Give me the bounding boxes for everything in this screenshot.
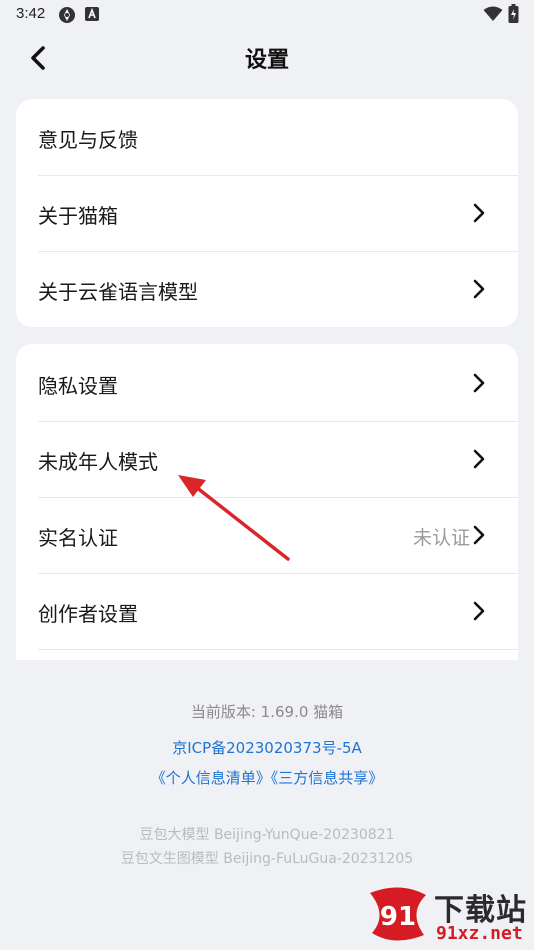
third-party-sharing-link[interactable]: 《三方信息共享》 — [271, 769, 384, 787]
app-notification-icon — [85, 7, 99, 21]
divider — [38, 649, 518, 650]
row-label: 未成年人模式 — [38, 450, 158, 474]
chevron-right-icon — [473, 373, 485, 393]
policy-links: 《个人信息清单》《三方信息共享》 — [0, 767, 534, 788]
settings-row-real-name[interactable]: 实名认证 未认证 — [16, 497, 518, 573]
chevron-right-icon — [473, 525, 485, 545]
settings-group-general: 意见与反馈 关于猫箱 关于云雀语言模型 — [16, 99, 518, 327]
settings-row-feedback[interactable]: 意见与反馈 — [16, 99, 518, 175]
row-label: 隐私设置 — [38, 374, 118, 398]
row-label: 关于云雀语言模型 — [38, 280, 198, 304]
icp-link[interactable]: 京ICP备2023020373号-5A — [0, 737, 534, 758]
watermark: 91 下载站 91xz.net — [360, 883, 534, 949]
row-label: 意见与反馈 — [38, 128, 138, 152]
site-logo-icon: 91 — [370, 887, 426, 941]
row-label: 关于猫箱 — [38, 204, 118, 228]
model-registration-text: 豆包大模型 Beijing-YunQue-20230821 — [139, 827, 395, 843]
image-model-registration-text: 豆包文生图模型 Beijing-FuLuGua-20231205 — [120, 851, 414, 867]
chevron-right-icon — [473, 601, 485, 621]
settings-row-about-maoxiang[interactable]: 关于猫箱 — [16, 175, 518, 251]
chevron-right-icon — [473, 279, 485, 299]
version-text: 当前版本: 1.69.0 猫箱 — [190, 703, 344, 721]
status-time: 3:42 — [16, 5, 46, 22]
logo-text: 91 — [380, 902, 416, 932]
watermark-url: 91xz.net — [436, 923, 523, 944]
settings-group-account: 隐私设置 未成年人模式 实名认证 未认证 创作者设置 — [16, 344, 518, 660]
verification-status: 未认证 — [412, 527, 470, 549]
row-label: 实名认证 — [38, 526, 118, 550]
row-label: 创作者设置 — [38, 602, 138, 626]
settings-row-privacy[interactable]: 隐私设置 — [16, 345, 518, 421]
wifi-icon — [483, 6, 503, 21]
battery-icon — [508, 4, 519, 23]
chevron-right-icon — [473, 203, 485, 223]
status-bar: 3:42 — [0, 0, 534, 30]
chevron-right-icon — [473, 449, 485, 469]
page-title: 设置 — [244, 48, 289, 73]
sync-status-icon — [59, 7, 75, 23]
settings-row-creator[interactable]: 创作者设置 — [16, 573, 518, 649]
header: 设置 — [0, 30, 534, 86]
settings-row-about-model[interactable]: 关于云雀语言模型 — [16, 251, 518, 327]
settings-row-minor-mode[interactable]: 未成年人模式 — [16, 421, 518, 497]
personal-info-list-link[interactable]: 《个人信息清单》 — [151, 769, 271, 787]
